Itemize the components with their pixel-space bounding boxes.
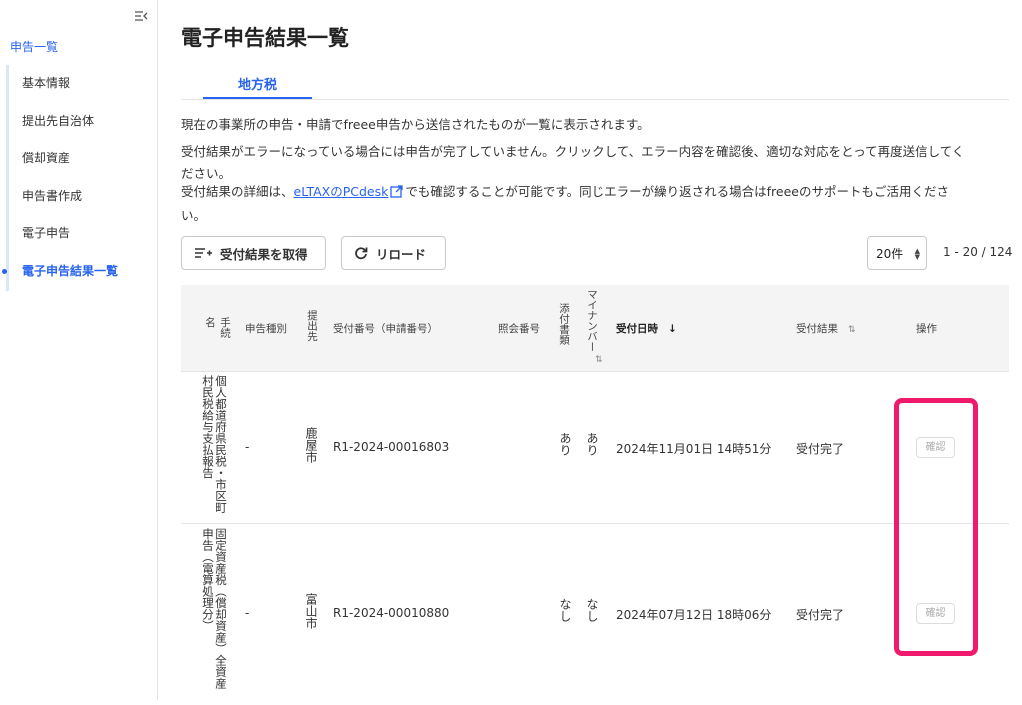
column-header-type: 申告種別 xyxy=(245,323,287,335)
table-header: 手続名 申告種別 提出先 受付番号（申請番号） 照会番号 添付書類 マイナンバー… xyxy=(181,285,1009,372)
column-header-procedure: 手続名 xyxy=(204,317,231,338)
description-text: ださい。 xyxy=(181,166,232,181)
cell-attachments: なし xyxy=(558,598,572,622)
description-text: 受付結果がエラーになっている場合には申告が完了していません。クリックして、エラー… xyxy=(181,144,965,159)
sidebar-item-basic-info[interactable]: 基本情報 xyxy=(9,65,156,103)
cell-type: - xyxy=(245,440,250,454)
description-text: い。 xyxy=(181,208,207,223)
column-header-my-number-label: マイナンバー xyxy=(586,289,598,352)
per-page-value: 20件 xyxy=(876,246,904,261)
sidebar-item-municipality[interactable]: 提出先自治体 xyxy=(9,103,156,141)
column-header-result[interactable]: 受付結果 ⇅ xyxy=(796,321,856,336)
eltax-pcdesk-link[interactable]: eLTAXのPCdesk xyxy=(294,184,389,199)
sort-icon: ⇅ xyxy=(848,325,856,335)
sort-icon[interactable]: ⇅ xyxy=(595,355,603,365)
select-arrows-icon: ▲ ▼ xyxy=(914,247,920,261)
page-title: 電子申告結果一覧 xyxy=(181,26,349,50)
collapse-sidebar-icon[interactable] xyxy=(134,7,148,21)
column-header-received-at-label: 受付日時 xyxy=(616,323,658,335)
sidebar-item-e-filing[interactable]: 電子申告 xyxy=(9,215,156,253)
cell-destination: 鹿屋市 xyxy=(304,427,318,463)
table-row[interactable]: 個人都道府県民税・市区町村民税給与支払報告 - 鹿屋市 R1-2024-0001… xyxy=(181,372,1009,524)
main-content: 電子申告結果一覧 地方税 現在の事業所の申告・申請でfreee申告から送信された… xyxy=(181,0,1022,700)
cell-my-number: あり xyxy=(585,432,599,456)
sidebar-item-label: 提出先自治体 xyxy=(22,113,95,128)
cell-receipt-number: R1-2024-00016803 xyxy=(333,440,450,454)
sidebar-item-create-declaration[interactable]: 申告書作成 xyxy=(9,178,156,216)
column-header-action: 操作 xyxy=(916,323,937,335)
description-details-note: 受付結果の詳細は、eLTAXのPCdesk でも確認することが可能です。同じエラー… xyxy=(181,181,1011,227)
column-header-my-number[interactable]: マイナンバー xyxy=(585,289,600,352)
sort-descending-icon: ↓ xyxy=(668,323,677,335)
sidebar-item-label: 電子申告結果一覧 xyxy=(22,263,119,278)
description-text: 受付結果の詳細は、 xyxy=(181,184,294,199)
list-add-icon xyxy=(195,248,212,258)
cell-procedure: 個人都道府県民税・市区町村民税給与支払報告 xyxy=(201,375,228,513)
column-header-reference-number: 照会番号 xyxy=(498,323,540,335)
description-error-note: 受付結果がエラーになっている場合には申告が完了していません。クリックして、エラー… xyxy=(181,141,1011,185)
fetch-results-button[interactable]: 受付結果を取得 xyxy=(181,236,326,270)
cell-received-at: 2024年11月01日 14時51分 xyxy=(616,442,772,456)
pagination-range: 1 - 20 / 124 xyxy=(943,245,1013,259)
confirm-button[interactable]: 確認 xyxy=(916,437,955,458)
sidebar-item-e-filing-results[interactable]: 電子申告結果一覧 xyxy=(2,253,156,291)
fetch-results-label: 受付結果を取得 xyxy=(220,246,308,262)
cell-type: - xyxy=(245,606,250,620)
sidebar-item-label: 償却資産 xyxy=(22,151,71,166)
reload-icon xyxy=(355,247,368,260)
sidebar-item-label: 申告書作成 xyxy=(22,188,83,203)
cell-result: 受付完了 xyxy=(796,608,845,622)
column-header-result-label: 受付結果 xyxy=(796,323,838,335)
cell-my-number: なし xyxy=(585,598,599,622)
column-header-destination: 提出先 xyxy=(306,310,318,342)
cell-receipt-number: R1-2024-00010880 xyxy=(333,606,450,620)
sidebar-item-label: 基本情報 xyxy=(22,76,71,90)
confirm-button[interactable]: 確認 xyxy=(916,603,955,624)
column-header-attachments: 添付書類 xyxy=(558,303,570,345)
sidebar-nav: 基本情報 提出先自治体 償却資産 申告書作成 電子申告 電子申告結果一覧 xyxy=(2,65,156,291)
sidebar-link-declaration-list[interactable]: 申告一覧 xyxy=(10,38,58,55)
per-page-select[interactable]: 20件 ▲ ▼ xyxy=(867,236,927,270)
external-link-icon[interactable] xyxy=(390,183,404,205)
description-text: でも確認することが可能です。同じエラーが繰り返される場合はfreeeのサポートも… xyxy=(405,184,949,199)
description-line: 現在の事業所の申告・申請でfreee申告から送信されたものが一覧に表示されます。 xyxy=(181,117,650,132)
sidebar-item-label: 電子申告 xyxy=(22,226,71,241)
tab-divider xyxy=(181,99,1009,100)
cell-destination: 富山市 xyxy=(304,593,318,629)
cell-attachments: あり xyxy=(558,432,572,456)
cell-result: 受付完了 xyxy=(796,442,845,456)
cell-received-at: 2024年07月12日 18時06分 xyxy=(616,608,772,622)
reload-button[interactable]: リロード xyxy=(341,236,446,270)
reload-label: リロード xyxy=(376,246,427,262)
active-indicator-dot xyxy=(2,268,7,274)
sidebar: 申告一覧 基本情報 提出先自治体 償却資産 申告書作成 電子申告 電子申告結果一… xyxy=(0,0,158,700)
tab-local-tax[interactable]: 地方税 xyxy=(203,69,312,100)
sidebar-item-depreciable-assets[interactable]: 償却資産 xyxy=(9,140,156,178)
table-row[interactable]: 固定資産税（償却資産）全資産申告（電算処理分） - 富山市 R1-2024-00… xyxy=(181,525,1009,705)
cell-procedure: 固定資産税（償却資産）全資産申告（電算処理分） xyxy=(201,528,228,689)
column-header-received-at[interactable]: 受付日時 ↓ xyxy=(616,321,677,336)
column-header-receipt-number: 受付番号（申請番号） xyxy=(333,323,438,335)
